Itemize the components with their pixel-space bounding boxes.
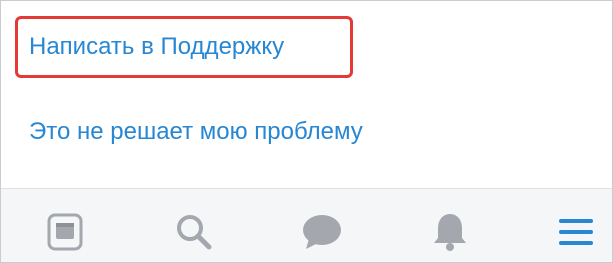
notifications-bell-icon bbox=[434, 214, 466, 251]
not-solved-link[interactable]: Это не решает мою проблему bbox=[29, 120, 363, 144]
menu-icon bbox=[559, 219, 593, 245]
tab-newsfeed[interactable] bbox=[40, 207, 90, 257]
tab-menu[interactable] bbox=[551, 207, 601, 257]
search-icon bbox=[177, 215, 212, 250]
newsfeed-icon bbox=[47, 213, 83, 251]
support-options-panel: Написать в Поддержку Это не решает мою п… bbox=[1, 1, 612, 188]
bottom-tab-bar bbox=[1, 188, 612, 262]
write-to-support-link[interactable]: Написать в Поддержку bbox=[29, 35, 284, 59]
tab-search[interactable] bbox=[169, 207, 219, 257]
tab-messages[interactable] bbox=[297, 207, 347, 257]
tab-notifications[interactable] bbox=[425, 207, 475, 257]
screen: Написать в Поддержку Это не решает мою п… bbox=[0, 0, 613, 263]
messages-icon bbox=[303, 215, 341, 249]
